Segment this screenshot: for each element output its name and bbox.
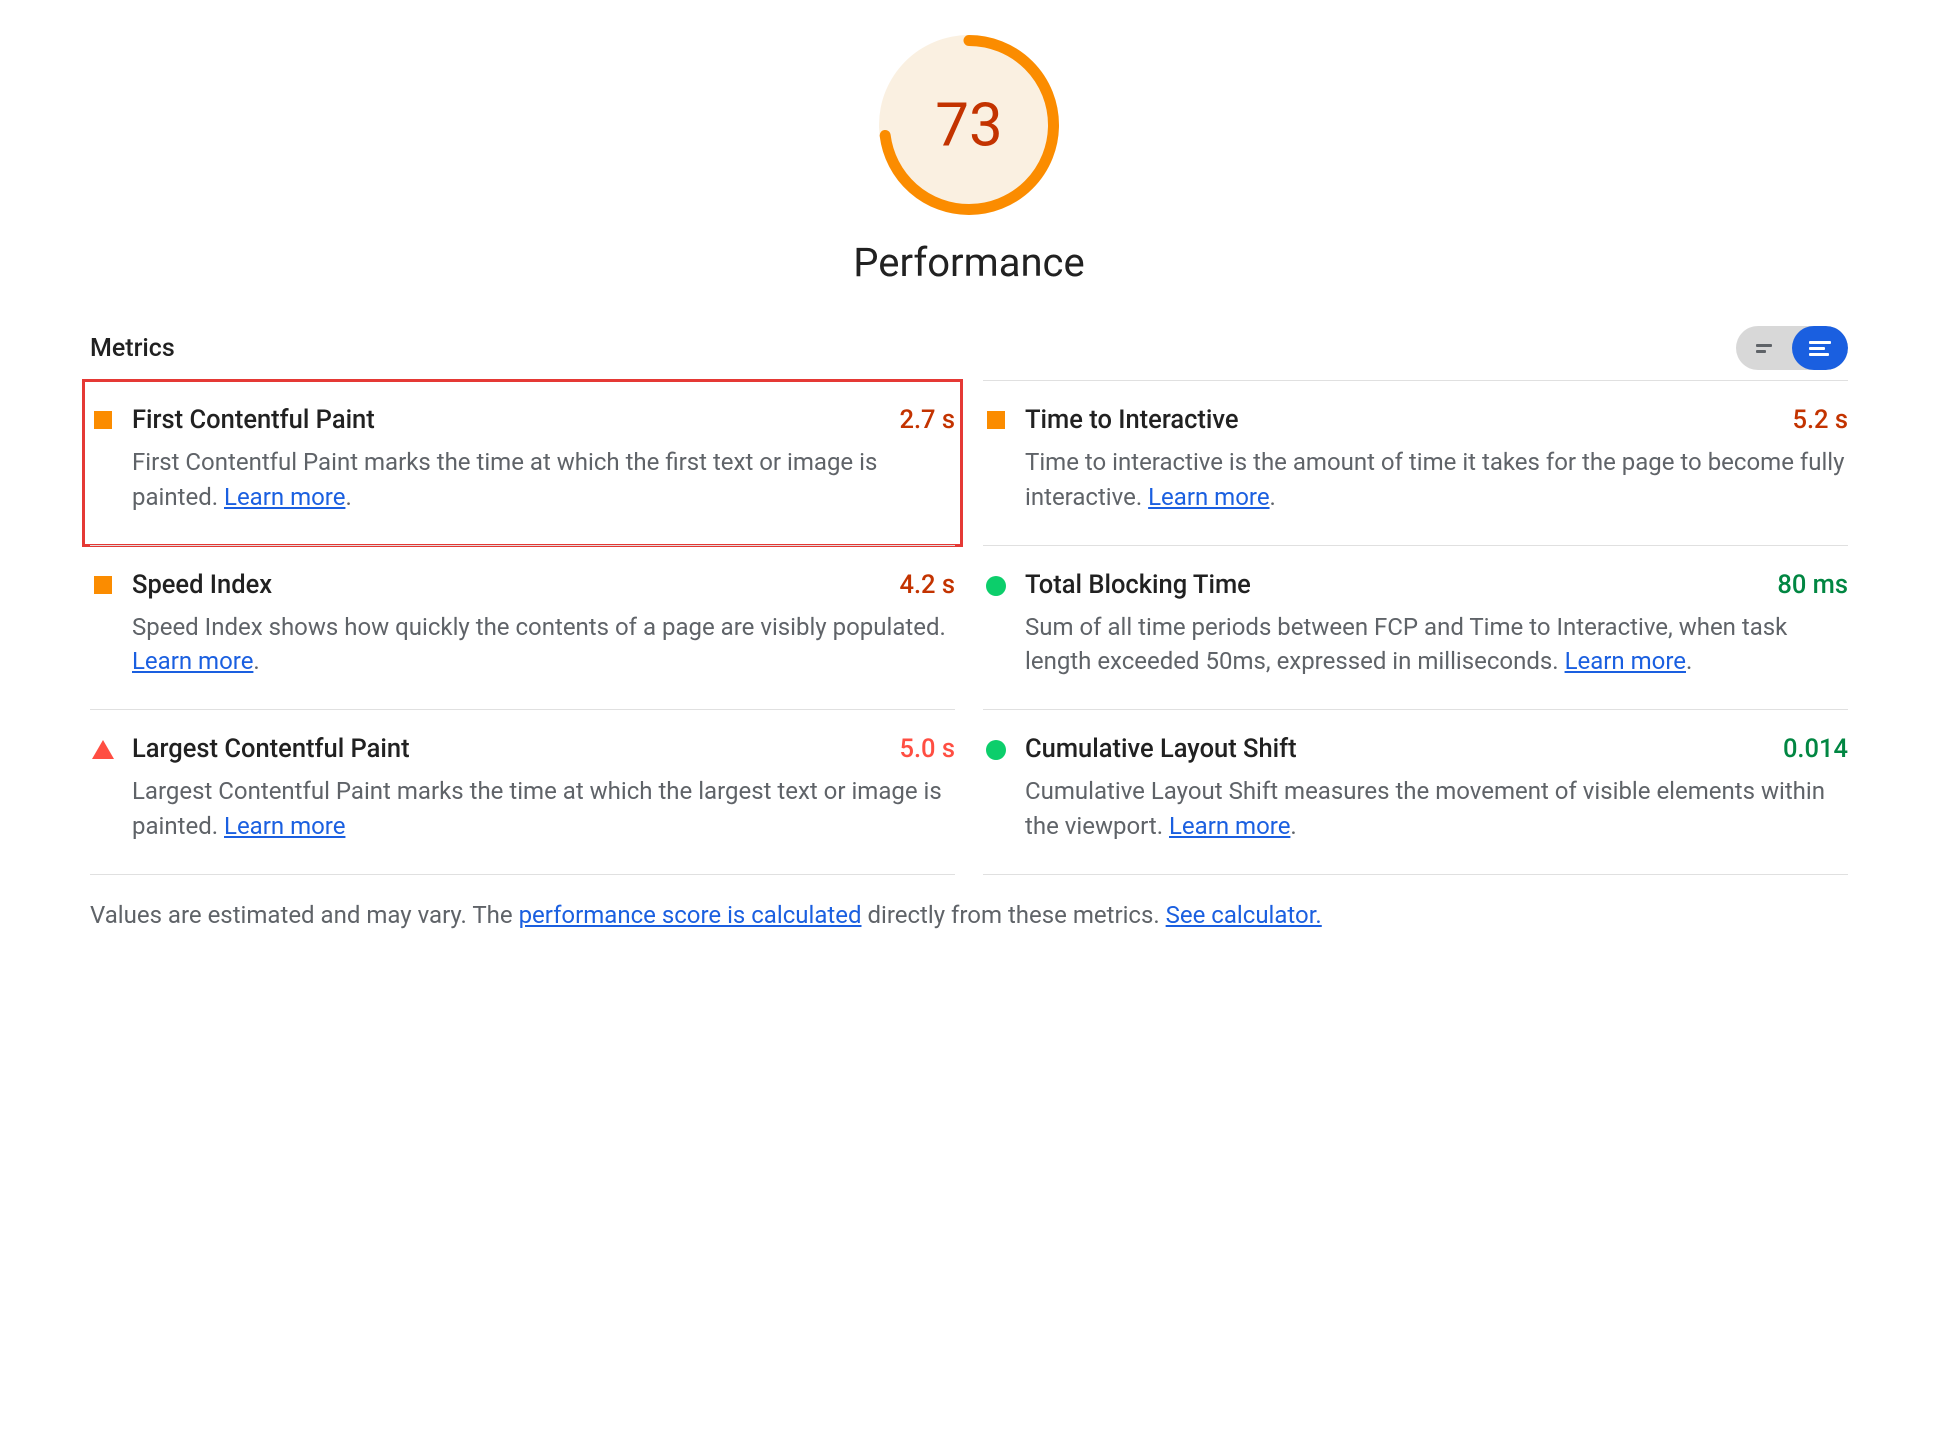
metric-desc-text: Cumulative Layout Shift measures the mov… <box>1025 777 1825 840</box>
footnote: Values are estimated and may vary. The p… <box>90 897 1848 933</box>
footnote-pre: Values are estimated and may vary. The <box>90 901 519 929</box>
metric-status-icon <box>983 570 1009 680</box>
metric-top-row: Largest Contentful Paint 5.0 s <box>132 734 955 764</box>
metric-description: Sum of all time periods between FCP and … <box>1025 610 1848 680</box>
learn-more-link[interactable]: Learn more <box>224 483 345 511</box>
learn-more-link[interactable]: Learn more <box>1169 812 1290 840</box>
view-toggle <box>1736 326 1848 370</box>
metric-description: Cumulative Layout Shift measures the mov… <box>1025 774 1848 844</box>
metric-body: Largest Contentful Paint5.0 sLargest Con… <box>132 734 955 844</box>
metric-status-icon <box>983 734 1009 844</box>
metric-value: 5.2 s <box>1792 405 1848 435</box>
metric-body: Time to Interactive 5.2 s Time to interact… <box>1025 405 1848 515</box>
learn-more-link[interactable]: Learn more <box>1565 647 1686 675</box>
circle-icon <box>986 740 1006 760</box>
square-icon <box>94 411 112 429</box>
metric-desc-post: . <box>1290 812 1296 840</box>
metric-title: Largest Contentful Paint <box>132 734 410 764</box>
metric-card: Time to Interactive 5.2 s Time to interact… <box>983 380 1848 545</box>
metric-value: 80 ms <box>1777 570 1848 600</box>
triangle-icon <box>92 740 114 759</box>
footnote-score-link[interactable]: performance score is calculated <box>519 901 862 929</box>
collapsed-icon <box>1756 344 1772 353</box>
metrics-header-row: Metrics <box>90 326 1848 370</box>
metric-desc-text: Speed Index shows how quickly the conten… <box>132 613 946 641</box>
metric-body: Total Blocking Time 80 ms Sum of all time … <box>1025 570 1848 680</box>
footer-divider <box>90 874 1848 875</box>
metric-body: Cumulative Layout Shift0.014Cumulative L… <box>1025 734 1848 844</box>
metric-card: Speed Index 4.2 s Speed Index shows how qu… <box>90 545 955 710</box>
footnote-calculator-link[interactable]: See calculator. <box>1166 901 1322 929</box>
metric-top-row: Total Blocking Time 80 ms <box>1025 570 1848 600</box>
metric-title: Time to Interactive <box>1025 405 1239 435</box>
metric-top-row: Time to Interactive 5.2 s <box>1025 405 1848 435</box>
page-title: Performance <box>853 239 1084 286</box>
metric-title: Speed Index <box>132 570 272 600</box>
metric-description: Speed Index shows how quickly the conten… <box>132 610 955 680</box>
expanded-icon <box>1809 341 1831 356</box>
learn-more-link[interactable]: Learn more <box>132 647 253 675</box>
view-expanded-button[interactable] <box>1792 326 1848 370</box>
square-icon <box>94 576 112 594</box>
metric-value: 5.0 s <box>899 734 955 764</box>
metric-desc-post: . <box>1270 483 1276 511</box>
metrics-label: Metrics <box>90 334 175 363</box>
metric-card: First Contentful Paint2.7 sFirst Content… <box>90 380 955 545</box>
metric-desc-post: . <box>253 647 259 675</box>
metric-value: 2.7 s <box>899 405 955 435</box>
metric-status-icon <box>90 734 116 844</box>
metric-value: 0.014 <box>1783 734 1848 764</box>
square-icon <box>987 411 1005 429</box>
metric-status-icon <box>983 405 1009 515</box>
metric-body: Speed Index 4.2 s Speed Index shows how qu… <box>132 570 955 680</box>
metric-body: First Contentful Paint2.7 sFirst Content… <box>132 405 955 515</box>
metric-status-icon <box>90 570 116 680</box>
metric-description: Largest Contentful Paint marks the time … <box>132 774 955 844</box>
metric-desc-post: . <box>1686 647 1692 675</box>
score-gauge: 73 <box>879 35 1059 215</box>
metric-card: Total Blocking Time 80 ms Sum of all time … <box>983 545 1848 710</box>
metric-title: First Contentful Paint <box>132 405 375 435</box>
metric-status-icon <box>90 405 116 515</box>
view-collapsed-button[interactable] <box>1736 326 1792 370</box>
gauge-score-value: 73 <box>935 90 1002 161</box>
metric-card: Largest Contentful Paint5.0 sLargest Con… <box>90 709 955 874</box>
circle-icon <box>986 576 1006 596</box>
metrics-grid: First Contentful Paint2.7 sFirst Content… <box>90 380 1848 874</box>
metric-title: Cumulative Layout Shift <box>1025 734 1297 764</box>
metric-description: First Contentful Paint marks the time at… <box>132 445 955 515</box>
metric-value: 4.2 s <box>899 570 955 600</box>
learn-more-link[interactable]: Learn more <box>1148 483 1269 511</box>
metric-description: Time to interactive is the amount of tim… <box>1025 445 1848 515</box>
metric-desc-post: . <box>345 483 351 511</box>
metric-title: Total Blocking Time <box>1025 570 1251 600</box>
learn-more-link[interactable]: Learn more <box>224 812 345 840</box>
metric-card: Cumulative Layout Shift0.014Cumulative L… <box>983 709 1848 874</box>
footnote-mid: directly from these metrics. <box>862 901 1166 929</box>
metric-top-row: First Contentful Paint 2.7 s <box>132 405 955 435</box>
metric-top-row: Cumulative Layout Shift 0.014 <box>1025 734 1848 764</box>
metric-top-row: Speed Index 4.2 s <box>132 570 955 600</box>
performance-header: 73 Performance <box>90 35 1848 286</box>
